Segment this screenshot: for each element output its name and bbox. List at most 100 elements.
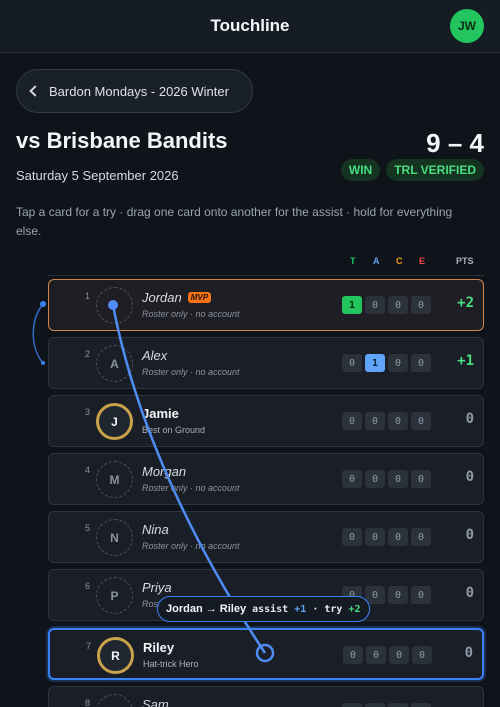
- verified-badge: TRL VERIFIED: [386, 159, 484, 181]
- player-points: +2: [457, 295, 474, 311]
- player-name-text: Jamie: [142, 406, 179, 421]
- stat-errors[interactable]: 0: [411, 412, 431, 430]
- drag-tooltip-players: Jordan → Riley: [166, 603, 247, 615]
- stat-errors[interactable]: 0: [411, 528, 431, 546]
- stat-conversions[interactable]: 0: [388, 296, 408, 314]
- match-title: vs Brisbane Bandits: [16, 128, 228, 153]
- stat-tries[interactable]: 0: [342, 354, 362, 372]
- player-name: Sam: [142, 697, 169, 707]
- player-avatar: [96, 287, 133, 324]
- back-button[interactable]: Bardon Mondays - 2026 Winter: [16, 69, 253, 113]
- stat-conversions[interactable]: 0: [388, 470, 408, 488]
- player-row-morgan[interactable]: 4 M Morgan Roster only · no account 0 0 0 0 0: [48, 453, 484, 505]
- jersey-number: 5: [85, 523, 91, 533]
- stat-assists[interactable]: 1: [365, 354, 385, 372]
- jersey-number: 3: [85, 407, 91, 417]
- stat-assists[interactable]: 0: [365, 703, 385, 707]
- col-header-errors: E: [419, 256, 426, 266]
- drag-tooltip-assist: assist +1 · try +2: [252, 603, 361, 615]
- top-bar: Touchline JW: [0, 0, 500, 53]
- player-avatar: R: [97, 637, 134, 674]
- stat-assists[interactable]: 0: [365, 528, 385, 546]
- player-name: Morgan: [142, 464, 186, 479]
- player-avatar: N: [96, 519, 133, 556]
- player-avatar: A: [96, 345, 133, 382]
- player-row-jordan[interactable]: 1 Jordan MVP Roster only · no account 1 0 0 0 +2: [48, 279, 484, 331]
- player-name-text: Alex: [142, 348, 168, 363]
- player-subtitle: Roster only · no account: [142, 541, 240, 551]
- player-name-text: Nina: [142, 522, 169, 537]
- stat-errors[interactable]: 0: [411, 470, 431, 488]
- player-subtitle: Roster only · no account: [142, 367, 240, 377]
- stat-errors[interactable]: 0: [411, 703, 431, 707]
- stat-cells: 0000: [342, 703, 431, 707]
- stat-cells: 0000: [342, 528, 431, 546]
- stat-tries[interactable]: 0: [342, 528, 362, 546]
- player-row-nina[interactable]: 5 N Nina Roster only · no account 0 0 0 0 0: [48, 511, 484, 563]
- match-score: 9 – 4: [426, 128, 484, 158]
- player-name-text: Priya: [142, 580, 172, 595]
- win-badge: WIN: [340, 159, 381, 181]
- match-badges: WIN TRL VERIFIED: [340, 159, 484, 181]
- stat-cells: 0000: [342, 412, 431, 430]
- stat-conversions[interactable]: 0: [389, 646, 409, 664]
- stat-cells: 0000: [342, 470, 431, 488]
- jersey-number: 2: [85, 349, 91, 359]
- player-points: 0: [464, 645, 473, 661]
- player-avatar: P: [96, 577, 133, 614]
- drag-tooltip: Jordan → Riley assist +1 · try +2: [157, 596, 370, 622]
- match-date: Saturday 5 September 2026: [16, 168, 179, 183]
- col-header-tries: T: [350, 256, 356, 266]
- player-name: Jordan MVP: [142, 290, 212, 305]
- loop-arrow: [32, 303, 44, 364]
- stat-errors[interactable]: 0: [411, 354, 431, 372]
- player-name: Nina: [142, 522, 169, 537]
- player-subtitle: Roster only · no account: [142, 309, 240, 319]
- player-subtitle: Hat-trick Hero: [143, 659, 199, 669]
- stat-tries[interactable]: 0: [343, 646, 363, 664]
- stat-assists[interactable]: 0: [365, 296, 385, 314]
- user-avatar[interactable]: JW: [450, 9, 484, 43]
- stat-errors[interactable]: 0: [411, 296, 431, 314]
- app-title: Touchline: [210, 16, 290, 35]
- stat-assists[interactable]: 0: [366, 646, 386, 664]
- player-name: Riley: [143, 640, 174, 655]
- header-divider: [48, 275, 484, 276]
- col-header-conversions: C: [396, 256, 403, 266]
- stat-conversions[interactable]: 0: [388, 354, 408, 372]
- player-points: 0: [465, 469, 474, 485]
- col-header-pts: PTS: [456, 256, 474, 266]
- loop-dot-bottom: [41, 361, 45, 365]
- col-header-assists: A: [373, 256, 380, 266]
- stat-tries[interactable]: 1: [342, 296, 362, 314]
- player-row-alex[interactable]: 2 A Alex Roster only · no account 0 1 0 0 +1: [48, 337, 484, 389]
- loop-dot-top: [40, 301, 46, 307]
- stat-conversions[interactable]: 0: [388, 586, 408, 604]
- player-points: 0: [465, 411, 474, 427]
- player-name-text: Riley: [143, 640, 175, 655]
- stat-errors[interactable]: 0: [412, 646, 432, 664]
- player-row-riley[interactable]: 7 R Riley Hat-trick Hero 0 0 0 0 0: [48, 628, 484, 680]
- stat-conversions[interactable]: 0: [388, 703, 408, 707]
- player-row-jamie[interactable]: 3 J Jamie Best on Ground 0 0 0 0 0: [48, 395, 484, 447]
- jersey-number: 8: [85, 698, 91, 707]
- stat-conversions[interactable]: 0: [388, 412, 408, 430]
- stat-errors[interactable]: 0: [411, 586, 431, 604]
- stat-conversions[interactable]: 0: [388, 528, 408, 546]
- player-row-sam[interactable]: 8Sam0000: [48, 686, 484, 707]
- stat-tries[interactable]: 0: [342, 470, 362, 488]
- player-points: 0: [465, 527, 474, 543]
- chevron-left-icon: [29, 85, 41, 97]
- stat-tries[interactable]: 0: [342, 703, 362, 707]
- stat-tries[interactable]: 0: [342, 412, 362, 430]
- player-subtitle: Best on Ground: [142, 425, 206, 435]
- player-name: Priya: [142, 580, 172, 595]
- stat-cells: 0100: [342, 354, 431, 372]
- help-text: Tap a card for a try · drag one card ont…: [16, 205, 453, 238]
- player-points: 0: [465, 585, 474, 601]
- stat-assists[interactable]: 0: [365, 470, 385, 488]
- stat-assists[interactable]: 0: [365, 412, 385, 430]
- player-name-text: Sam: [142, 697, 169, 707]
- player-name: Jamie: [142, 406, 179, 421]
- player-avatar: M: [96, 461, 133, 498]
